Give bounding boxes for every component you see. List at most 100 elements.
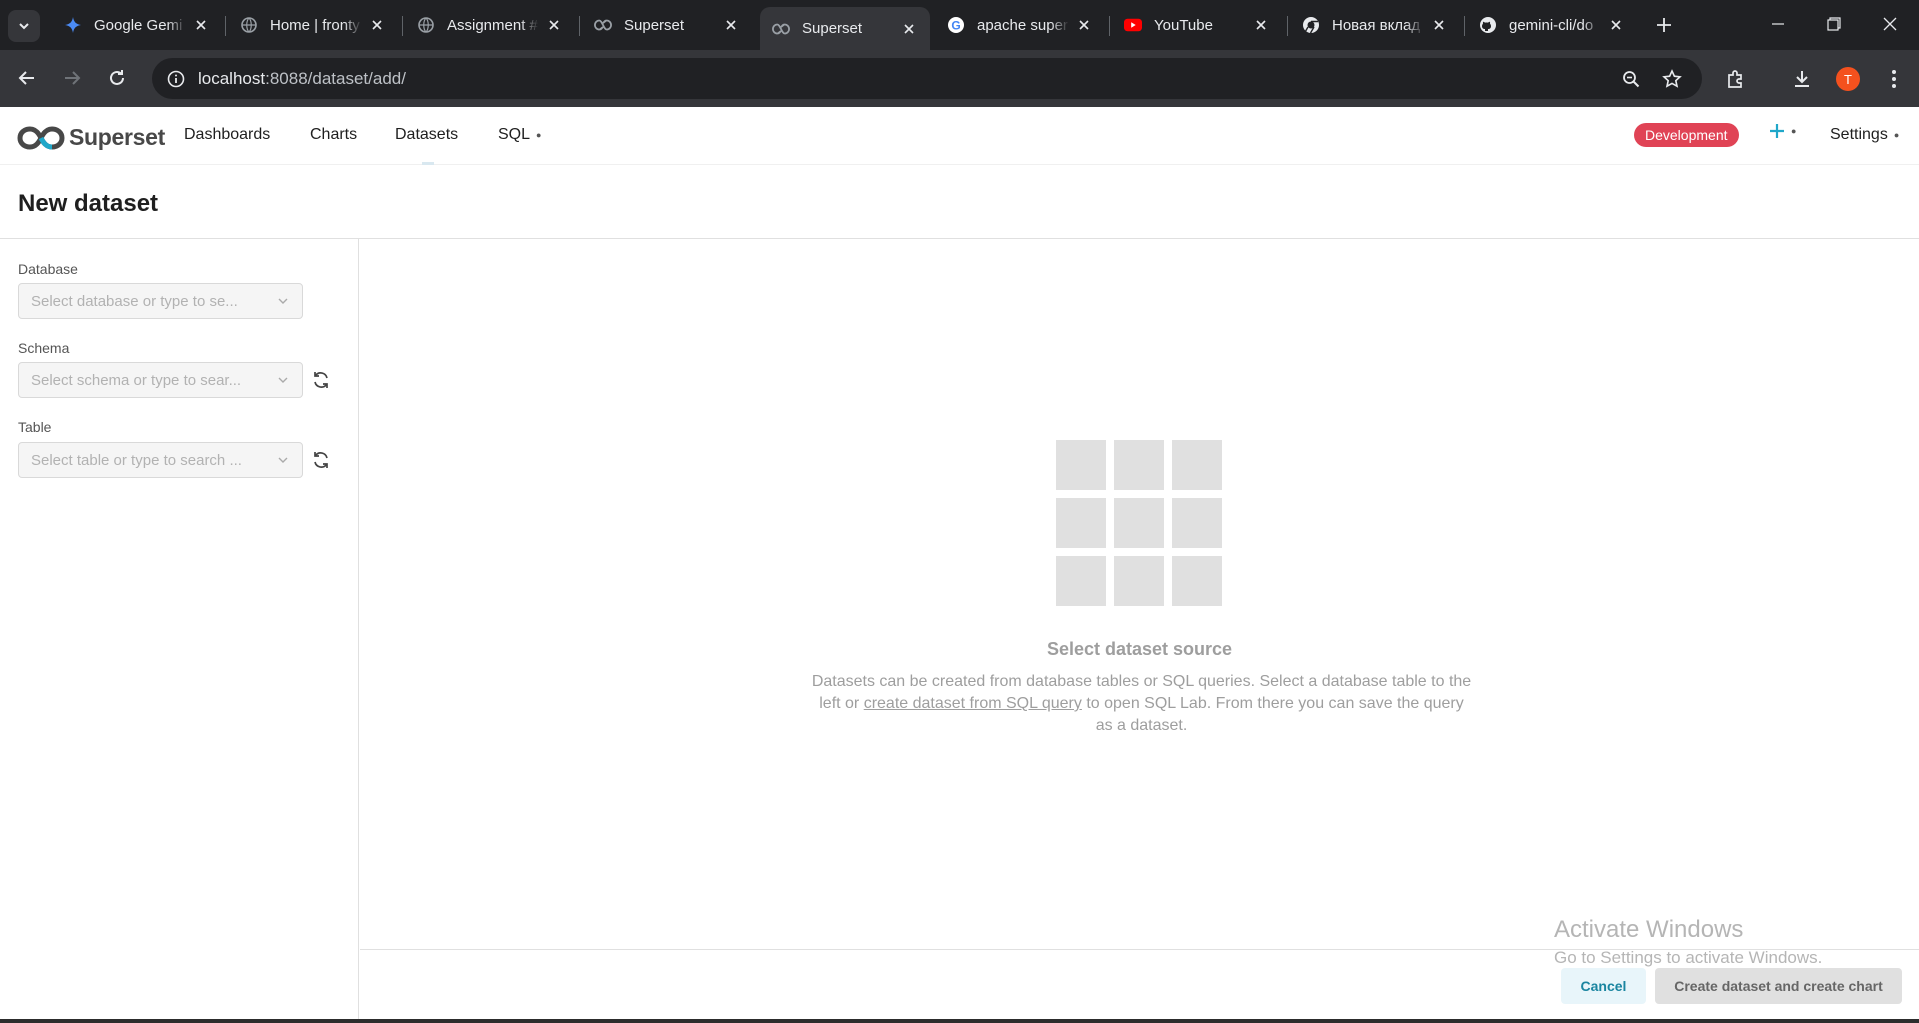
brand-name: Superset xyxy=(69,124,166,150)
tab-separator xyxy=(1109,16,1110,36)
google-icon: G xyxy=(947,16,965,34)
browser-tab[interactable]: Home | fronty xyxy=(228,7,398,43)
youtube-icon xyxy=(1124,16,1142,34)
close-icon xyxy=(1883,17,1897,31)
browser-tab[interactable]: Superset xyxy=(582,7,752,43)
table-label: Table xyxy=(18,419,52,435)
plus-icon xyxy=(1657,18,1671,32)
create-dataset-button[interactable]: Create dataset and create chart xyxy=(1655,968,1902,1004)
arrow-right-icon xyxy=(65,71,81,85)
address-bar[interactable]: localhost:8088/dataset/add/ xyxy=(152,58,1702,99)
url-text: localhost:8088/dataset/add/ xyxy=(198,69,406,89)
database-label: Database xyxy=(18,261,78,277)
tab-title: Superset xyxy=(624,16,685,34)
environment-badge: Development xyxy=(1634,123,1739,147)
tab-title: Google Gemi xyxy=(94,16,183,34)
tab-title: YouTube xyxy=(1154,16,1213,34)
browser-tab-strip: Google Gemi Home | fronty Assignment # S… xyxy=(0,0,1919,50)
minimize-icon xyxy=(1772,23,1784,25)
minimize-button[interactable] xyxy=(1750,8,1806,40)
svg-text:G: G xyxy=(951,19,960,33)
empty-desc-after: to open SQL Lab. From there you can save… xyxy=(1081,695,1464,734)
schema-placeholder: Select schema or type to sear... xyxy=(31,371,242,389)
table-select[interactable]: Select table or type to search ... xyxy=(18,442,303,478)
schema-select[interactable]: Select schema or type to sear... xyxy=(18,362,303,398)
gemini-icon xyxy=(64,16,82,34)
arrow-left-icon xyxy=(18,71,34,85)
close-icon[interactable] xyxy=(1607,16,1625,34)
close-icon[interactable] xyxy=(900,20,918,38)
browser-tab[interactable]: Google Gemi xyxy=(52,7,222,43)
close-icon[interactable] xyxy=(1252,16,1270,34)
browser-tab-active[interactable]: Superset xyxy=(760,7,930,50)
dropdown-dot-icon: ● xyxy=(1893,130,1900,140)
superset-logo[interactable]: Superset xyxy=(17,124,165,151)
close-icon[interactable] xyxy=(192,16,210,34)
close-icon[interactable] xyxy=(722,16,740,34)
refresh-schema-button[interactable] xyxy=(310,369,332,391)
refresh-icon xyxy=(314,372,328,388)
site-info-icon[interactable] xyxy=(158,61,194,97)
schema-label: Schema xyxy=(18,340,70,356)
tab-title: Новая вклад xyxy=(1332,16,1421,34)
cancel-button[interactable]: Cancel xyxy=(1561,968,1646,1004)
taskbar-edge xyxy=(0,1019,1919,1023)
refresh-table-button[interactable] xyxy=(310,449,332,471)
dropdown-dot-icon: ● xyxy=(1791,126,1797,136)
close-icon[interactable] xyxy=(1430,16,1448,34)
create-from-sql-link[interactable]: create dataset from SQL query xyxy=(864,695,1082,712)
back-button[interactable] xyxy=(11,62,43,94)
globe-icon xyxy=(240,16,258,34)
browser-tab[interactable]: G apache super xyxy=(935,7,1105,43)
app-header: Superset Dashboards Charts Datasets SQL … xyxy=(0,108,1919,165)
extensions-icon[interactable] xyxy=(1719,62,1753,96)
nav-sql[interactable]: SQL ● xyxy=(498,126,541,144)
page-header: New dataset xyxy=(0,165,1919,239)
reload-button[interactable] xyxy=(101,62,133,94)
bookmark-star-icon[interactable] xyxy=(1655,62,1689,96)
tab-title: apache super xyxy=(977,16,1068,34)
empty-state-title: Select dataset source xyxy=(1046,639,1233,659)
zoom-icon[interactable] xyxy=(1614,62,1648,96)
nav-dashboards[interactable]: Dashboards xyxy=(184,126,270,144)
reload-icon xyxy=(110,70,124,85)
settings-menu[interactable]: Settings ● xyxy=(1830,126,1899,144)
new-tab-button[interactable] xyxy=(1651,12,1677,38)
browser-tab[interactable]: YouTube xyxy=(1112,7,1282,43)
tab-separator xyxy=(1464,16,1465,36)
close-icon[interactable] xyxy=(368,16,386,34)
tab-title: gemini-cli/do xyxy=(1509,16,1594,34)
refresh-icon xyxy=(314,452,328,468)
tab-title: Home | fronty xyxy=(270,16,360,34)
browser-tab[interactable]: gemini-cli/do xyxy=(1467,7,1637,43)
chevron-down-icon xyxy=(276,373,290,387)
tab-title: Assignment # xyxy=(447,16,538,34)
tab-search-button[interactable] xyxy=(8,10,40,42)
dropdown-dot-icon: ● xyxy=(536,130,542,140)
profile-initial: T xyxy=(1836,67,1860,91)
more-vert-icon xyxy=(1892,70,1896,88)
tab-title: Superset xyxy=(802,20,863,37)
restore-button[interactable] xyxy=(1806,8,1862,40)
page-title: New dataset xyxy=(18,190,159,217)
browser-tab[interactable]: Новая вклад xyxy=(1290,7,1460,43)
tab-separator xyxy=(579,16,580,36)
tab-separator xyxy=(1287,16,1288,36)
database-select[interactable]: Select database or type to se... xyxy=(18,283,303,319)
superset-logo-icon xyxy=(17,125,65,150)
chrome-icon xyxy=(1302,16,1320,34)
browser-menu-button[interactable] xyxy=(1877,62,1911,96)
new-item-menu[interactable]: ● xyxy=(1769,123,1796,139)
url-host: localhost xyxy=(198,68,266,88)
dataset-source-panel: Database Select database or type to se..… xyxy=(0,239,359,1023)
download-icon[interactable] xyxy=(1785,62,1819,96)
close-icon[interactable] xyxy=(545,16,563,34)
close-icon[interactable] xyxy=(1075,16,1093,34)
database-placeholder: Select database or type to se... xyxy=(31,292,238,310)
nav-datasets[interactable]: Datasets xyxy=(395,126,458,144)
forward-button[interactable] xyxy=(56,62,88,94)
nav-charts[interactable]: Charts xyxy=(310,126,357,144)
browser-tab[interactable]: Assignment # xyxy=(405,7,575,43)
profile-avatar[interactable]: T xyxy=(1831,62,1865,96)
close-window-button[interactable] xyxy=(1862,8,1918,40)
